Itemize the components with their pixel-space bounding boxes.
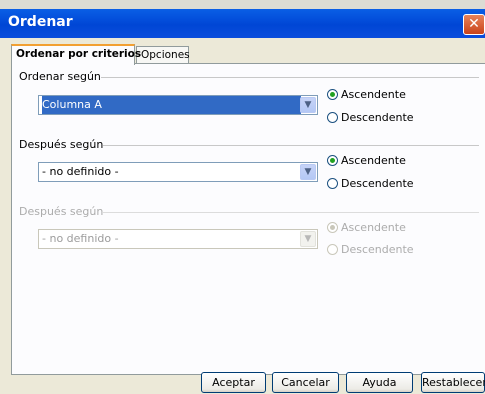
sort-1-descending-radio[interactable]: Descendente <box>327 111 414 124</box>
close-button[interactable]: ✕ <box>463 14 485 35</box>
sort-key-2-select[interactable]: - no definido - ▼ <box>38 162 318 182</box>
radio-label: Ascendente <box>341 88 406 101</box>
sort-3-ascending-radio: Ascendente <box>327 221 406 234</box>
close-icon: ✕ <box>468 16 480 32</box>
ok-button[interactable]: Aceptar <box>201 372 266 393</box>
radio-label: Ascendente <box>341 154 406 167</box>
group-divider-2 <box>103 145 479 146</box>
tab-opciones[interactable]: Opciones <box>136 46 190 64</box>
window-title: Ordenar <box>8 14 73 30</box>
help-button[interactable]: Ayuda <box>346 372 413 393</box>
radio-label: Descendente <box>341 243 414 256</box>
sort-1-ascending-radio[interactable]: Ascendente <box>327 88 406 101</box>
tab-ordenar-por-criterios[interactable]: Ordenar por criterios <box>11 44 141 65</box>
radio-icon <box>327 244 338 255</box>
group-label-2: Después según <box>19 138 104 151</box>
radio-selected-icon <box>327 89 338 100</box>
group-label-3: Después según <box>19 205 104 218</box>
group-divider-3 <box>103 212 479 213</box>
sort-key-3-select: - no definido - ▼ <box>38 229 318 249</box>
chevron-down-icon[interactable]: ▼ <box>300 164 316 180</box>
radio-icon <box>327 112 338 123</box>
chevron-down-icon[interactable]: ▼ <box>300 97 316 113</box>
sort-2-ascending-radio[interactable]: Ascendente <box>327 154 406 167</box>
sort-3-descending-radio: Descendente <box>327 243 414 256</box>
cancel-button[interactable]: Cancelar <box>272 372 339 393</box>
sort-2-descending-radio[interactable]: Descendente <box>327 177 414 190</box>
reset-button[interactable]: Restablecer <box>421 372 485 393</box>
radio-selected-icon <box>327 222 338 233</box>
title-bar: Ordenar ✕ <box>0 9 485 38</box>
chevron-down-icon: ▼ <box>300 231 316 247</box>
sort-key-1-select[interactable]: Columna A ▼ <box>38 95 318 115</box>
group-label-1: Ordenar según <box>19 70 101 83</box>
radio-selected-icon <box>327 155 338 166</box>
sort-key-3-value: - no definido - <box>42 232 119 245</box>
radio-icon <box>327 178 338 189</box>
sort-key-2-value: - no definido - <box>42 165 119 178</box>
group-divider-1 <box>101 77 479 78</box>
radio-label: Ascendente <box>341 221 406 234</box>
radio-label: Descendente <box>341 177 414 190</box>
background-strip <box>0 0 485 9</box>
radio-label: Descendente <box>341 111 414 124</box>
sort-key-1-value: Columna A <box>42 96 301 114</box>
